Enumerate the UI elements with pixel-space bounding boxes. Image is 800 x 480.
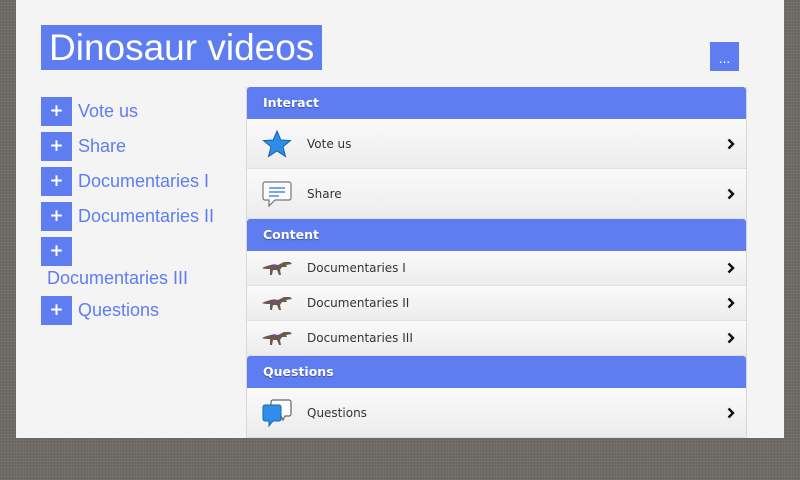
list-item-share[interactable]: Share [247,169,746,219]
chevron-right-icon [716,332,746,344]
chevron-right-icon [716,188,746,200]
page-title: Dinosaur videos [41,25,323,70]
list-item-label: Share [307,186,342,201]
section-header-questions: Questions [247,356,746,388]
plus-icon: + [41,237,72,266]
list-item-label: Documentaries I [307,261,406,275]
section-header-content: Content [247,219,746,251]
menu-button[interactable]: ... [710,42,739,71]
dinosaur-icon [247,321,307,355]
menu-panel: Interact Vote us Share Content Documenta… [246,87,747,438]
list-item-documentaries-2[interactable]: Documentaries II [247,286,746,321]
chat-bubbles-icon [247,388,307,437]
sidebar-item-vote-us[interactable]: + Vote us [41,97,138,126]
list-item-label: Documentaries II [307,296,410,310]
sidebar-item-questions[interactable]: + Questions [41,296,159,325]
list-item-documentaries-1[interactable]: Documentaries I [247,251,746,286]
list-item-vote-us[interactable]: Vote us [247,119,746,169]
plus-icon: + [41,202,72,231]
page: Dinosaur videos ... + Vote us + Share + … [16,0,784,438]
chevron-right-icon [716,407,746,419]
sidebar-item-share[interactable]: + Share [41,132,126,161]
sidebar-item-documentaries-1[interactable]: + Documentaries I [41,167,209,196]
sidebar-item-label: Share [78,136,127,156]
speech-bubble-icon [247,169,307,218]
dinosaur-icon [247,286,307,320]
plus-icon: + [41,296,72,325]
star-icon [247,119,307,168]
dinosaur-icon [247,251,307,285]
section-header-interact: Interact [247,87,746,119]
sidebar-item-label: Documentaries II [78,206,215,226]
list-item-documentaries-3[interactable]: Documentaries III [247,321,746,356]
sidebar-item-label: Vote us [78,101,139,121]
list-item-label: Vote us [307,136,352,151]
plus-icon: + [41,97,72,126]
chevron-right-icon [716,138,746,150]
plus-icon: + [41,167,72,196]
plus-icon: + [41,132,72,161]
chevron-right-icon [716,262,746,274]
list-item-questions[interactable]: Questions [247,388,746,438]
sidebar-item-documentaries-2[interactable]: + Documentaries II [41,202,214,231]
list-item-label: Questions [307,405,367,420]
list-item-label: Documentaries III [307,331,413,345]
sidebar-item-label: Documentaries I [78,171,210,191]
sidebar-item-label: Questions [78,300,160,320]
chevron-right-icon [716,297,746,309]
sidebar-item-documentaries-3[interactable]: + Documentaries III [41,237,188,288]
sidebar-item-label: Documentaries III [47,268,189,288]
